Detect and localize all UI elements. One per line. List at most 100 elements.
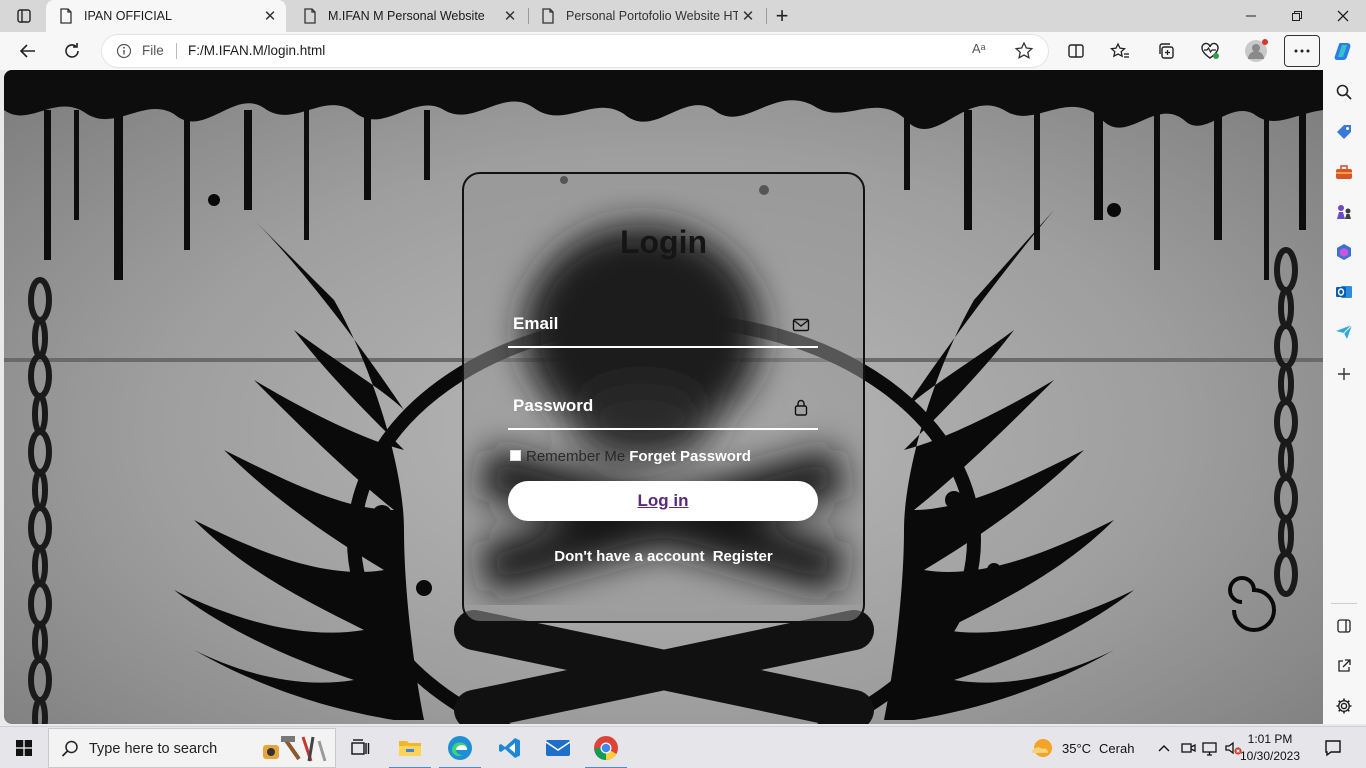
close-icon[interactable]: ✕ [500, 6, 520, 26]
tab-ipan-official[interactable]: IPAN OFFICIAL ✕ [46, 0, 286, 32]
vscode-icon [499, 738, 520, 758]
tab-personal-website[interactable]: M.IFAN M Personal Website ✕ [290, 0, 526, 32]
login-form: Login Email Password Remember Me Forget … [462, 172, 865, 623]
chrome-icon [594, 736, 618, 760]
tab-actions-icon [17, 9, 31, 23]
favorites-button[interactable] [1104, 35, 1136, 67]
close-icon[interactable]: ✕ [738, 6, 758, 26]
split-screen-icon [1068, 44, 1084, 58]
mail-icon [792, 318, 810, 332]
url-text[interactable]: F:/M.IFAN.M/login.html [188, 43, 325, 58]
meet-now-button[interactable] [1180, 727, 1196, 768]
settings-menu-button[interactable] [1284, 35, 1320, 67]
split-screen-button[interactable] [1060, 35, 1092, 67]
register-link[interactable]: Register [713, 548, 773, 565]
chess-piece-icon [1337, 205, 1351, 219]
sidebar-send-button[interactable] [1334, 322, 1354, 342]
tab-actions-button[interactable] [8, 4, 40, 28]
forget-password-link[interactable]: Forget Password [629, 448, 751, 465]
search-icon [1336, 84, 1352, 100]
weather-widget[interactable]: 35°C Cerah [1030, 727, 1134, 768]
search-icon [61, 740, 78, 757]
weather-temp: 35°C [1062, 740, 1092, 756]
plus-icon [1338, 368, 1350, 380]
collections-button[interactable] [1150, 35, 1182, 67]
close-window-button[interactable] [1320, 0, 1366, 32]
lock-icon [794, 399, 808, 416]
refresh-icon [65, 43, 79, 58]
email-field[interactable]: Email [508, 300, 818, 348]
sidebar-games-button[interactable] [1334, 202, 1354, 222]
external-link-icon [1338, 659, 1351, 672]
camera-icon [1181, 743, 1196, 753]
back-button[interactable] [12, 35, 44, 67]
remember-row: Remember Me Forget Password [510, 448, 751, 465]
windows-logo-icon [16, 740, 32, 756]
edge-app[interactable] [436, 727, 484, 768]
copilot-button[interactable] [1328, 35, 1360, 67]
collections-icon [1159, 43, 1174, 59]
clock-time: 1:01 PM [1247, 732, 1293, 746]
remember-checkbox[interactable] [510, 450, 521, 461]
show-hidden-icons-button[interactable] [1156, 727, 1172, 768]
omnibox-divider [176, 43, 177, 59]
sidebar-search-button[interactable] [1334, 82, 1354, 102]
sidebar-m365-button[interactable] [1334, 242, 1354, 262]
minimize-icon [1246, 15, 1256, 17]
close-icon[interactable]: ✕ [260, 6, 280, 26]
info-icon[interactable] [116, 43, 132, 59]
sidebar-settings-button[interactable] [1334, 696, 1354, 716]
file-explorer-app[interactable] [386, 727, 434, 768]
clock-date: 10/30/2023 [1239, 749, 1301, 763]
address-bar[interactable]: File F:/M.IFAN.M/login.html Aᵃ [102, 35, 1048, 67]
login-button[interactable]: Log in [508, 481, 818, 521]
tab-strip: IPAN OFFICIAL ✕ M.IFAN M Personal Websit… [0, 0, 1366, 32]
task-view-button[interactable] [336, 727, 384, 768]
mail-icon [545, 740, 571, 756]
windows-taskbar: Type here to search 35°C Cerah 1:01 PM 1… [0, 726, 1366, 768]
gear-icon [1336, 698, 1352, 714]
sidebar-tools-button[interactable] [1334, 162, 1354, 182]
outlook-icon [1336, 286, 1352, 298]
browser-essentials-button[interactable] [1194, 35, 1226, 67]
email-label: Email [513, 314, 559, 333]
start-button[interactable] [0, 727, 48, 768]
tools-illustration-icon [263, 736, 327, 762]
taskbar-clock[interactable]: 1:01 PM 10/30/2023 [1238, 731, 1302, 765]
password-field[interactable]: Password [508, 382, 818, 430]
notifications-button[interactable] [1316, 735, 1350, 761]
vscode-app[interactable] [486, 727, 534, 768]
site-info-label[interactable]: File [142, 43, 164, 58]
restore-button[interactable] [1274, 0, 1320, 32]
sidebar-open-external-button[interactable] [1334, 656, 1354, 676]
new-tab-button[interactable]: + [770, 3, 794, 28]
login-title: Login [619, 224, 708, 260]
profile-button[interactable] [1240, 35, 1272, 67]
minimize-button[interactable] [1228, 0, 1274, 32]
sidebar-divider [1331, 603, 1357, 604]
toolbox-icon [1336, 165, 1352, 179]
browser-toolbar: File F:/M.IFAN.M/login.html Aᵃ [0, 32, 1366, 70]
tab-portfolio-template[interactable]: Personal Portofolio Website HTM ✕ [528, 0, 764, 32]
read-aloud-icon[interactable]: Aᵃ [972, 41, 986, 56]
remember-label[interactable]: Remember Me [526, 448, 625, 465]
close-icon [1337, 10, 1349, 22]
refresh-button[interactable] [56, 35, 88, 67]
page-icon [58, 8, 74, 24]
more-icon [1294, 49, 1310, 53]
paper-plane-icon [1336, 324, 1353, 339]
microsoft365-icon [1337, 244, 1351, 260]
mail-app[interactable] [534, 727, 582, 768]
sidebar-add-button[interactable] [1334, 364, 1354, 384]
plus-icon: + [775, 3, 789, 28]
chat-bubble-icon [1325, 740, 1341, 757]
taskbar-search-box[interactable]: Type here to search [48, 728, 336, 768]
chrome-app[interactable] [582, 727, 630, 768]
task-view-icon [351, 739, 370, 755]
sidebar-shopping-button[interactable] [1334, 122, 1354, 142]
favorite-star-icon[interactable] [1014, 41, 1034, 61]
network-button[interactable] [1202, 727, 1220, 768]
sidebar-hide-button[interactable] [1334, 616, 1354, 636]
tab-divider [766, 8, 767, 24]
sidebar-outlook-button[interactable] [1334, 282, 1354, 302]
